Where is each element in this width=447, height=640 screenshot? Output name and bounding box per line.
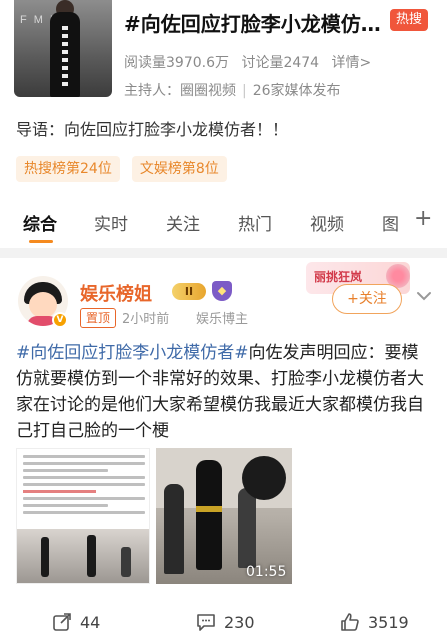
post-image-statement[interactable]: [16, 448, 150, 584]
share-button[interactable]: 44: [52, 612, 100, 632]
promo-text: 丽挑狂岚: [314, 270, 363, 284]
tab-realtime[interactable]: 实时: [94, 210, 128, 235]
topic-title: #向佐回应打脸李小龙模仿者#: [124, 12, 386, 36]
comment-button[interactable]: 230: [196, 612, 255, 632]
media-count: 26家媒体发布: [252, 83, 341, 99]
tab-comprehensive[interactable]: 综合: [23, 210, 57, 235]
shield-badge-icon: ◆: [212, 281, 232, 301]
doc-line: [23, 455, 145, 458]
hot-badge: 热搜: [390, 9, 429, 31]
read-count: 阅读量3970.6万: [124, 55, 229, 71]
section-divider: [0, 248, 447, 258]
doc-line: [23, 511, 145, 514]
topic-stats: 阅读量3970.6万 讨论量2474 详情>: [124, 52, 379, 72]
kick-pad: [242, 456, 286, 500]
follow-button[interactable]: +关注: [332, 284, 402, 314]
doc-line: [23, 462, 145, 465]
tab-following[interactable]: 关注: [166, 210, 200, 235]
discussion-count: 讨论量2474: [241, 55, 320, 71]
rank-row: 热搜榜第24位 文娱榜第8位: [16, 156, 227, 182]
scene-person: [121, 547, 131, 577]
host-label: 主持人：: [124, 83, 180, 99]
statement-document: [23, 455, 145, 518]
topic-guide: 导语：向佐回应打脸李小龙模仿者！！: [16, 120, 289, 139]
author-name[interactable]: 娱乐榜姐: [80, 280, 152, 306]
share-count: 44: [80, 612, 101, 632]
feed-tabs: 综合 实时 关注 热门 视频 图 +: [0, 204, 447, 243]
comment-icon: [197, 614, 215, 631]
doc-line: [23, 497, 145, 500]
statement-scene: [17, 529, 149, 583]
video-person-center: [196, 460, 222, 570]
doc-line-highlight: [23, 490, 97, 493]
like-button[interactable]: 3519: [340, 612, 409, 632]
tab-images[interactable]: 图: [382, 210, 399, 235]
pinned-label: 置顶: [80, 308, 117, 328]
scene-person: [41, 537, 49, 577]
host-name[interactable]: 圈圈视频: [180, 83, 236, 99]
comment-count: 230: [224, 612, 255, 632]
cover-figure-stripe: [62, 26, 68, 86]
post-card: V 娱乐榜姐 II ◆ 置顶 2小时前 娱乐博主 丽挑狂岚 +关注 #向佐回应打…: [0, 258, 447, 640]
video-person-belt: [196, 506, 222, 512]
host-separator: |: [242, 83, 247, 99]
chevron-down-icon[interactable]: [414, 286, 434, 306]
entertainment-rank-chip[interactable]: 文娱榜第8位: [131, 156, 227, 182]
video-duration: 01:55: [246, 564, 287, 580]
post-time: 2小时前: [122, 312, 170, 327]
add-tab-icon[interactable]: +: [414, 206, 432, 231]
doc-line: [23, 469, 109, 472]
tab-popular[interactable]: 热门: [238, 210, 272, 235]
author-category: 娱乐博主: [196, 312, 249, 327]
doc-line: [23, 504, 109, 507]
verified-icon: V: [52, 312, 68, 328]
tab-video[interactable]: 视频: [310, 210, 344, 235]
topic-header: F M F E #向佐回应打脸李小龙模仿者# 热搜 阅读量3970.6万 讨论量…: [0, 0, 447, 110]
level-badge: II: [172, 283, 206, 300]
topic-cover-image[interactable]: F M F E: [14, 0, 112, 97]
topic-host: 主持人：圈圈视频 | 26家媒体发布: [124, 80, 341, 100]
doc-line: [23, 476, 145, 479]
post-topic-link[interactable]: #向佐回应打脸李小龙模仿者#: [16, 343, 249, 363]
post-body: #向佐回应打脸李小龙模仿者#向佐发声明回应：要模仿就要模仿到一个非常好的效果、打…: [16, 340, 430, 444]
share-icon: [53, 613, 71, 631]
like-count: 3519: [368, 612, 409, 632]
video-person-right: [238, 488, 256, 568]
doc-line: [23, 483, 145, 486]
hot-search-rank-chip[interactable]: 热搜榜第24位: [16, 156, 120, 182]
details-link[interactable]: 详情>: [332, 55, 372, 71]
video-person-left: [164, 484, 184, 574]
scene-person: [87, 535, 96, 577]
thumbs-up-icon: [341, 613, 359, 631]
active-tab-indicator: [29, 240, 53, 243]
post-actions: 44 230 3519: [0, 608, 447, 640]
